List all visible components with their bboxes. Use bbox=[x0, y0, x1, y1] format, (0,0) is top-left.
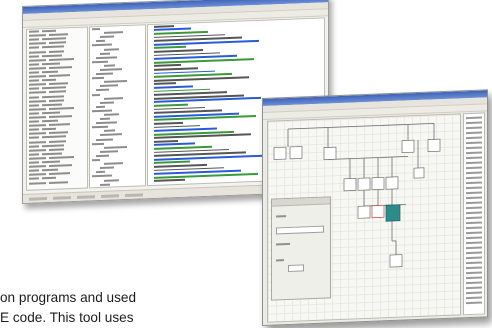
object-list-row[interactable] bbox=[466, 251, 482, 255]
object-list-row[interactable] bbox=[466, 161, 482, 165]
object-list-row[interactable] bbox=[466, 136, 482, 140]
object-list-row[interactable] bbox=[466, 166, 482, 170]
object-list-row[interactable] bbox=[466, 286, 482, 290]
diagram-node bbox=[427, 138, 441, 152]
object-list-row[interactable] bbox=[466, 201, 482, 205]
object-list-pane[interactable] bbox=[463, 112, 485, 316]
object-list-row[interactable] bbox=[466, 296, 482, 300]
object-list-row[interactable] bbox=[466, 246, 482, 250]
object-list-row[interactable] bbox=[466, 151, 482, 155]
object-list-row[interactable] bbox=[466, 211, 482, 215]
caption-line-2: E code. This tool uses bbox=[0, 310, 134, 325]
diagram-node bbox=[289, 146, 303, 160]
object-list-row[interactable] bbox=[466, 281, 482, 285]
diagram-node bbox=[371, 204, 385, 219]
property-field[interactable] bbox=[276, 225, 324, 235]
file-list-row[interactable] bbox=[29, 179, 85, 185]
diagram-node bbox=[357, 177, 371, 191]
object-list-row[interactable] bbox=[466, 176, 482, 180]
status-item bbox=[101, 193, 119, 198]
property-label bbox=[276, 242, 290, 246]
diagram-node bbox=[389, 254, 403, 268]
diagram-editor-window bbox=[262, 89, 488, 326]
object-list-row[interactable] bbox=[466, 301, 482, 305]
property-label bbox=[276, 259, 284, 262]
object-list-row[interactable] bbox=[466, 186, 482, 190]
object-list-row[interactable] bbox=[466, 126, 482, 130]
object-list-row[interactable] bbox=[466, 141, 482, 145]
property-field[interactable] bbox=[288, 264, 304, 273]
diagram-node bbox=[273, 146, 287, 160]
diagram-node bbox=[343, 178, 357, 192]
object-list-row[interactable] bbox=[466, 266, 482, 270]
object-list-row[interactable] bbox=[466, 146, 482, 150]
object-list-row[interactable] bbox=[466, 231, 482, 235]
status-item bbox=[29, 196, 47, 201]
diagram-node bbox=[323, 146, 337, 160]
diagram-node bbox=[371, 176, 385, 191]
object-list-row[interactable] bbox=[466, 221, 482, 225]
property-label bbox=[276, 215, 286, 218]
object-list-row[interactable] bbox=[466, 241, 482, 245]
object-list-row[interactable] bbox=[466, 276, 482, 280]
object-list-row[interactable] bbox=[466, 116, 482, 120]
object-list-row[interactable] bbox=[466, 291, 482, 295]
object-list-row[interactable] bbox=[466, 156, 482, 160]
diagram-node bbox=[357, 205, 371, 219]
object-list-row[interactable] bbox=[466, 191, 482, 195]
properties-header bbox=[272, 197, 330, 207]
object-list-row[interactable] bbox=[466, 261, 482, 265]
object-list-row[interactable] bbox=[466, 206, 482, 210]
status-item bbox=[53, 195, 71, 200]
object-list-row[interactable] bbox=[466, 121, 482, 125]
outline-tree-pane[interactable] bbox=[89, 24, 146, 189]
object-list-row[interactable] bbox=[466, 131, 482, 135]
object-list-row[interactable] bbox=[466, 271, 482, 275]
status-item bbox=[77, 194, 95, 199]
object-list-row[interactable] bbox=[466, 226, 482, 230]
object-list-row[interactable] bbox=[466, 171, 482, 175]
object-list-row[interactable] bbox=[466, 236, 482, 240]
file-list-pane[interactable] bbox=[26, 26, 88, 191]
object-list-row[interactable] bbox=[466, 196, 482, 200]
status-item bbox=[125, 192, 143, 197]
diagram-node bbox=[413, 167, 425, 179]
diagram-node bbox=[401, 139, 415, 153]
diagram-node-selected bbox=[385, 204, 401, 222]
object-list-row[interactable] bbox=[466, 256, 482, 260]
diagram-node bbox=[385, 176, 399, 190]
object-list-row[interactable] bbox=[466, 181, 482, 185]
caption-line-1: on programs and used bbox=[0, 290, 137, 305]
object-list-row[interactable] bbox=[466, 216, 482, 220]
properties-panel[interactable] bbox=[271, 196, 331, 301]
